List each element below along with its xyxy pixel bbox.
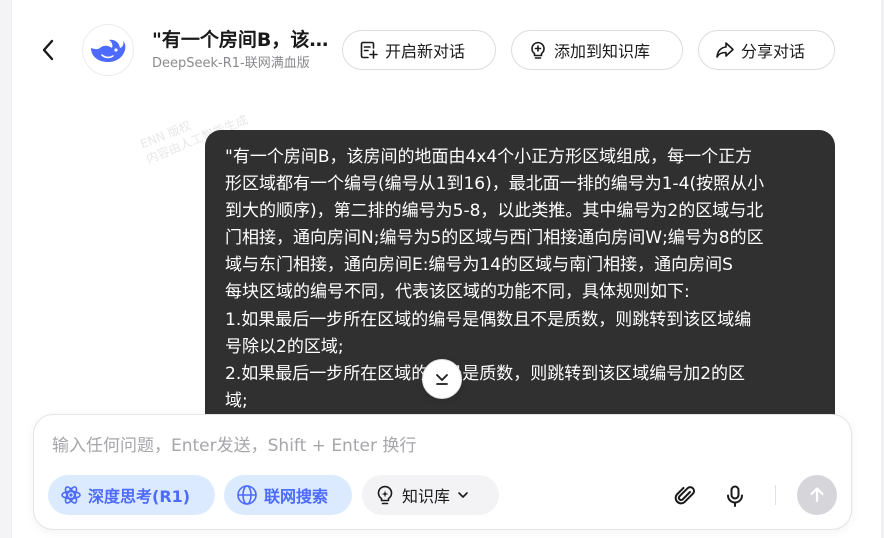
mic-icon [727, 485, 743, 507]
message-line: 2.如果最后一步所在区域的编号是质数，则跳转到该区域编号加2的区 [225, 363, 746, 384]
chevron-down-icon [458, 492, 468, 498]
chevron-down-icon [436, 374, 448, 385]
prompt-input[interactable] [52, 431, 812, 461]
toolbar-divider [775, 485, 776, 505]
knowledge-base-dropdown[interactable]: 知识库 [362, 475, 499, 515]
new-chat-button[interactable]: 开启新对话 [342, 30, 496, 70]
share-icon [716, 42, 734, 58]
voice-input-button[interactable] [720, 481, 750, 511]
plus-bulb-icon [531, 41, 545, 59]
paperclip-icon [674, 486, 695, 505]
deepseek-logo [82, 24, 134, 76]
globe-icon [237, 485, 257, 505]
message-line: 域与东门相接，通向房间E:编号为14的区域与南门相接，通向房间S [225, 255, 733, 276]
deep-think-toggle[interactable]: 深度思考(R1) [48, 475, 215, 515]
chat-header: "有一个房间B，该房间的地面由4x4个小正方形区域组成" DeepSeek-R1… [12, 0, 881, 100]
new-chat-icon [360, 41, 378, 59]
message-line: 每块区域的编号不同，代表该区域的功能不同，具体规则如下: [225, 282, 690, 303]
chat-title-block: "有一个房间B，该房间的地面由4x4个小正方形区域组成" DeepSeek-R1… [152, 28, 342, 72]
back-button[interactable] [34, 34, 62, 66]
atom-icon [61, 486, 81, 504]
arrow-up-icon [810, 487, 824, 503]
message-composer: 深度思考(R1) 联网搜索 知识库 [33, 414, 852, 530]
whale-icon [91, 39, 126, 62]
add-to-knowledge-button[interactable]: 添加到知识库 [511, 30, 683, 70]
send-button[interactable] [797, 475, 837, 515]
attach-file-button[interactable] [670, 481, 700, 511]
chat-title: "有一个房间B，该房间的地面由4x4个小正方形区域组成" [152, 29, 342, 51]
message-line: "有一个房间B，该房间的地面由4x4个小正方形区域组成，每一个正方 [225, 147, 753, 167]
message-line: 到大的顺序)，第二排的编号为5-8，以此类推。其中编号为2的区域与北 [225, 201, 764, 222]
web-search-toggle[interactable]: 联网搜索 [224, 475, 352, 515]
knowledge-base-label: 知识库 [402, 487, 451, 506]
share-chat-button[interactable]: 分享对话 [698, 30, 835, 70]
side-strip [0, 0, 12, 538]
message-line: 域; [225, 390, 248, 411]
web-search-label: 联网搜索 [264, 487, 329, 506]
deep-think-label: 深度思考(R1) [88, 487, 191, 506]
model-name: DeepSeek-R1-联网满血版 [152, 56, 310, 71]
message-line: 门相接，通向房间N;编号为5的区域与西门相接通向房间W;编号为8的区 [225, 228, 764, 249]
share-chat-label: 分享对话 [741, 42, 806, 61]
scroll-to-bottom-button[interactable] [422, 359, 462, 399]
message-line: 号除以2的区域; [225, 336, 344, 357]
new-chat-label: 开启新对话 [385, 42, 466, 61]
add-to-knowledge-label: 添加到知识库 [554, 42, 651, 61]
message-line: 形区域都有一个编号(编号从1到16)，最北面一排的编号为1-4(按照从小 [225, 174, 765, 195]
user-message-bubble: "有一个房间B，该房间的地面由4x4个小正方形区域组成，每一个正方 形区域都有一… [205, 130, 835, 430]
chevron-left-icon [42, 39, 54, 61]
bulb-icon [377, 485, 393, 505]
message-line: 1.如果最后一步所在区域的编号是偶数且不是质数，则跳转到该区域编 [225, 309, 752, 330]
